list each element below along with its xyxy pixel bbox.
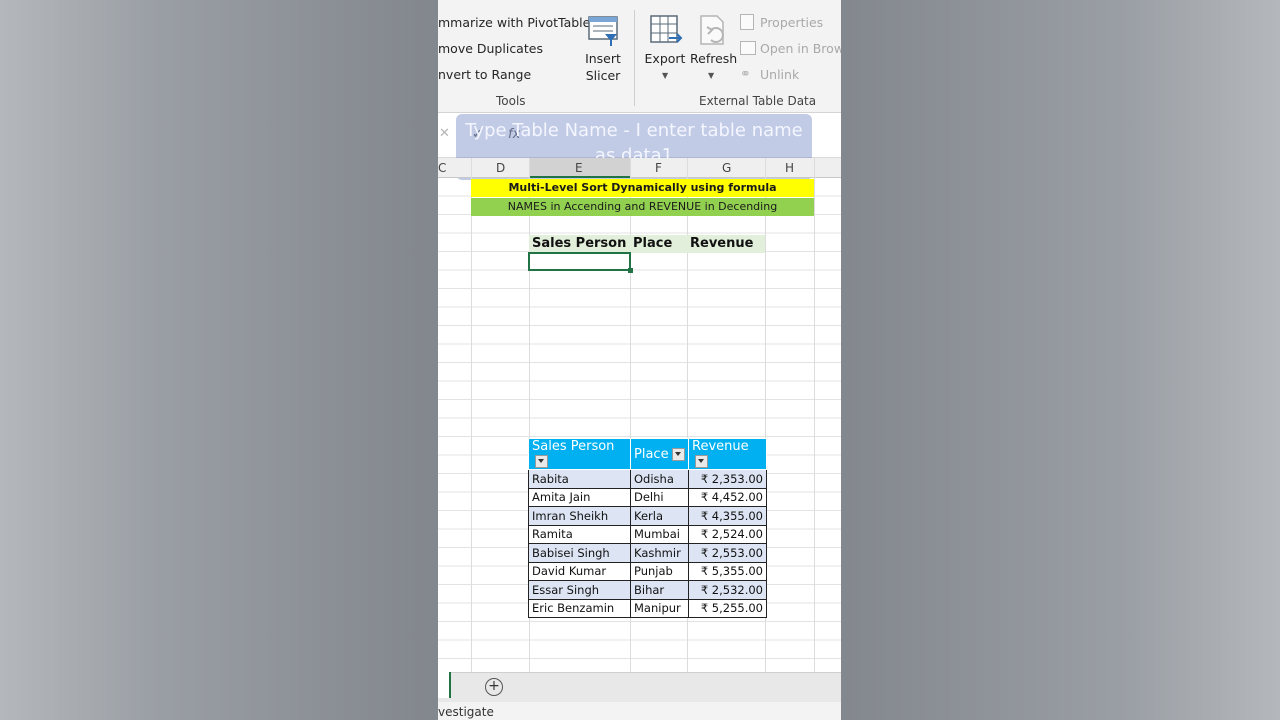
grid-line	[471, 158, 472, 672]
cell-place[interactable]: Kerla	[630, 506, 689, 526]
result-header-revenue[interactable]: Revenue	[687, 235, 765, 253]
convert-to-range-button[interactable]: nvert to Range	[438, 67, 531, 82]
active-cell[interactable]	[528, 252, 631, 271]
export-icon	[650, 15, 683, 43]
table-row: Rabita Odisha ₹ 2,353.00	[528, 469, 767, 489]
status-text: vestigate	[438, 705, 494, 719]
result-header-place[interactable]: Place	[630, 235, 687, 253]
cell-revenue[interactable]: ₹ 4,355.00	[688, 506, 767, 526]
table-header-place[interactable]: Place	[630, 438, 689, 470]
cell-revenue[interactable]: ₹ 2,553.00	[688, 543, 767, 563]
ribbon: mmarize with PivotTable move Duplicates …	[438, 0, 841, 113]
table-row: Essar Singh Bihar ₹ 2,532.00	[528, 580, 767, 600]
filter-dropdown-icon[interactable]	[535, 455, 548, 468]
cell-place[interactable]: Delhi	[630, 487, 689, 507]
remove-duplicates-button[interactable]: move Duplicates	[438, 41, 543, 56]
unlink-icon: ⚭	[740, 67, 751, 82]
cell-sales-person[interactable]: Ramita	[528, 524, 631, 544]
status-bar: vestigate	[438, 702, 841, 720]
open-in-browser-icon	[740, 41, 756, 55]
table-row: Babisei Singh Kashmir ₹ 2,553.00	[528, 543, 767, 563]
cell-sales-person[interactable]: Rabita	[528, 469, 631, 489]
cell-place[interactable]: Bihar	[630, 580, 689, 600]
cell-revenue[interactable]: ₹ 5,355.00	[688, 561, 767, 581]
column-header-h[interactable]: H	[765, 158, 841, 178]
slicer-icon	[588, 16, 618, 46]
cell-revenue[interactable]: ₹ 2,524.00	[688, 524, 767, 544]
export-caret-icon: ▼	[662, 71, 669, 80]
insert-label: Insert	[585, 51, 621, 66]
table-row: David Kumar Punjab ₹ 5,355.00	[528, 561, 767, 581]
data-table: Sales Person Place Revenue Rabita Odisha…	[528, 438, 767, 618]
table-row: Imran Sheikh Kerla ₹ 4,355.00	[528, 506, 767, 526]
ribbon-separator	[634, 10, 635, 106]
table-row: Amita Jain Delhi ₹ 4,452.00	[528, 487, 767, 507]
slicer-label: Slicer	[585, 68, 621, 83]
column-header-f[interactable]: F	[630, 158, 687, 178]
cell-sales-person[interactable]: Amita Jain	[528, 487, 631, 507]
cell-sales-person[interactable]: Eric Benzamin	[528, 598, 631, 618]
cell-place[interactable]: Manipur	[630, 598, 689, 618]
cell-sales-person[interactable]: David Kumar	[528, 561, 631, 581]
table-header-row: Sales Person Place Revenue	[528, 438, 767, 470]
summarize-pivot-button[interactable]: mmarize with PivotTable	[438, 15, 590, 30]
cell-revenue[interactable]: ₹ 2,353.00	[688, 469, 767, 489]
column-header-c[interactable]: C	[438, 158, 471, 178]
cell-revenue[interactable]: ₹ 2,532.00	[688, 580, 767, 600]
cell-revenue[interactable]: ₹ 5,255.00	[688, 598, 767, 618]
column-header-e[interactable]: E	[529, 158, 630, 178]
fill-handle[interactable]	[628, 268, 633, 273]
unlink-label: Unlink	[760, 67, 800, 82]
table-row: Eric Benzamin Manipur ₹ 5,255.00	[528, 598, 767, 618]
column-header-d[interactable]: D	[471, 158, 529, 178]
filter-dropdown-icon[interactable]	[695, 455, 708, 468]
table-header-sales-person[interactable]: Sales Person	[528, 438, 631, 470]
title-banner[interactable]: Multi-Level Sort Dynamically using formu…	[471, 179, 814, 197]
excel-window: mmarize with PivotTable move Duplicates …	[438, 0, 841, 720]
result-header-sales-person[interactable]: Sales Person	[529, 235, 630, 253]
filter-dropdown-icon[interactable]	[671, 447, 685, 461]
column-header-g[interactable]: G	[687, 158, 765, 178]
cell-revenue[interactable]: ₹ 4,452.00	[688, 487, 767, 507]
cell-sales-person[interactable]: Babisei Singh	[528, 543, 631, 563]
refresh-caret-icon: ▼	[708, 71, 715, 80]
table-row: Ramita Mumbai ₹ 2,524.00	[528, 524, 767, 544]
grid-line	[814, 158, 815, 672]
add-sheet-icon[interactable]: +	[485, 678, 503, 696]
export-label: Export	[644, 51, 686, 66]
cell-place[interactable]: Kashmir	[630, 543, 689, 563]
cell-sales-person[interactable]: Essar Singh	[528, 580, 631, 600]
properties-icon	[740, 14, 754, 30]
subtitle-banner[interactable]: NAMES in Accending and REVENUE in Decend…	[471, 198, 814, 216]
sheet-tab[interactable]	[438, 672, 451, 698]
cell-place[interactable]: Mumbai	[630, 524, 689, 544]
cell-place[interactable]: Punjab	[630, 561, 689, 581]
cell-sales-person[interactable]: Imran Sheikh	[528, 506, 631, 526]
refresh-icon	[700, 15, 724, 45]
open-in-browser-label: Open in Brows	[760, 41, 841, 56]
refresh-label: Refresh	[690, 51, 738, 66]
name-box-dropdown-icon[interactable]: ✕	[439, 126, 450, 141]
cell-place[interactable]: Odisha	[630, 469, 689, 489]
table-header-revenue[interactable]: Revenue	[688, 438, 767, 470]
properties-label: Properties	[760, 15, 824, 30]
tools-group-label: Tools	[496, 94, 526, 108]
external-data-group-label: External Table Data	[699, 94, 817, 108]
